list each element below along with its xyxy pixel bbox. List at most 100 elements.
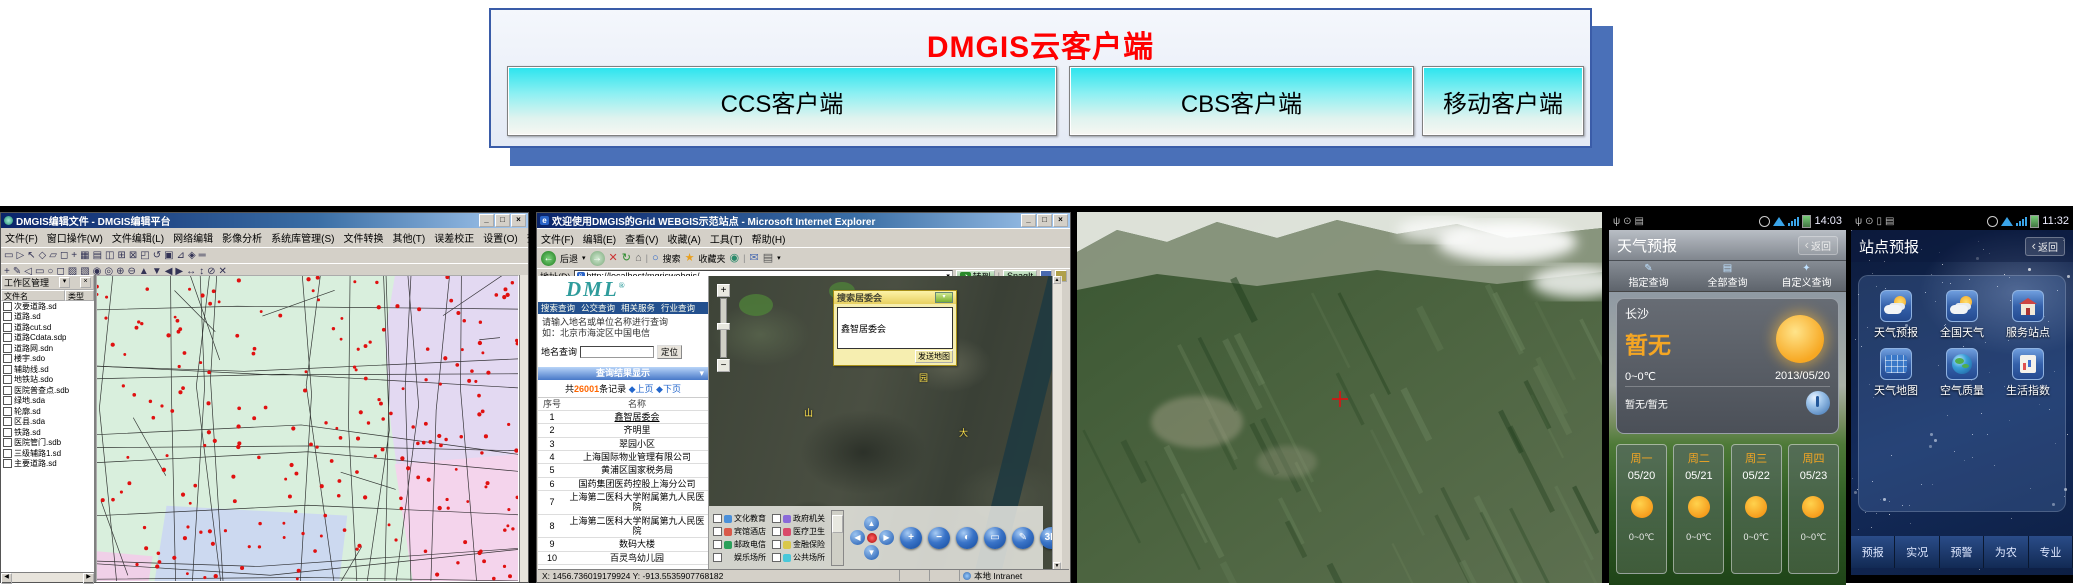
layer-row[interactable]: 医院管门.sdb [1, 438, 94, 449]
refresh-icon[interactable]: ↻ [622, 250, 631, 266]
poi-category[interactable]: 娱乐场所 [713, 551, 766, 564]
result-row[interactable]: 10 百灵鸟幼儿园 [538, 551, 708, 565]
webgis-map[interactable]: 香园山大 + − 搜索居委会 ▾ 鑫智居委会 发送地图 文化教育 [709, 276, 1052, 570]
favorites-icon[interactable]: ★ [685, 250, 695, 266]
layer-row[interactable]: 次要道路.sd [1, 301, 94, 312]
view-3d-icon[interactable]: 3D [1040, 527, 1052, 549]
feature-tile[interactable]: 空气质量 [1929, 348, 1995, 398]
prev-page-link[interactable]: ◆上页 [629, 384, 654, 394]
layer-checkbox[interactable] [3, 322, 12, 332]
back-button[interactable]: ‹ 返回 [2024, 236, 2065, 256]
result-row[interactable]: 9 数码大楼 [538, 537, 708, 552]
close-button[interactable]: × [1053, 214, 1068, 227]
pan-down-icon[interactable]: ▼ [864, 545, 879, 560]
result-row[interactable]: 3 翠园小区 [538, 437, 708, 451]
favorites-label[interactable]: 收藏夹 [699, 252, 726, 265]
result-row[interactable]: 8 上海第二医科大学附属第九人民医院 [538, 514, 708, 539]
query-button[interactable]: ✦ 自定义查询 [1767, 261, 1846, 291]
result-name[interactable]: 黄浦区国家税务局 [566, 463, 708, 478]
maximize-button[interactable]: □ [1037, 214, 1052, 227]
gis-tool-icon[interactable]: ▱ [49, 250, 57, 261]
toolbar-more-icon[interactable]: ▾ [777, 254, 781, 262]
browser-menu-item[interactable]: 查看(V) [625, 231, 658, 246]
home-icon[interactable]: ⌂ [635, 250, 642, 266]
layer-checkbox[interactable] [3, 301, 12, 311]
category-checkbox[interactable] [713, 514, 722, 523]
category-checkbox[interactable] [772, 514, 781, 523]
category-checkbox[interactable] [772, 527, 781, 536]
zoom-out-icon[interactable]: − [928, 527, 950, 549]
forecast-card[interactable]: 周二 05/21 0~0℃ [1673, 444, 1725, 574]
browser-title-bar[interactable]: e 欢迎使用DMGIS的Grid WEBGIS示范站点 - Microsoft … [537, 213, 1070, 228]
zoom-in-icon[interactable]: + [900, 527, 922, 549]
result-name[interactable]: 鑫智居委会 [566, 410, 708, 425]
search-label[interactable]: 搜索 [663, 252, 681, 265]
poi-category[interactable]: 医疗卫生 [772, 525, 825, 538]
feature-tile[interactable]: 生活指数 [1995, 348, 2061, 398]
pan-left-icon[interactable]: ◀ [850, 530, 865, 545]
layer-checkbox[interactable] [3, 406, 12, 416]
gis-tool-icon[interactable]: ⊞ [117, 250, 125, 261]
pan-right-icon[interactable]: ▶ [879, 530, 894, 545]
layer-row[interactable]: 医院普查点.sdb [1, 385, 94, 396]
gis-menu-item[interactable]: 设置(O) [483, 230, 517, 245]
forecast-card[interactable]: 周四 05/23 0~0℃ [1787, 444, 1839, 574]
category-checkbox[interactable] [713, 553, 722, 562]
zoom-track[interactable] [717, 298, 730, 358]
map-slider[interactable] [831, 510, 844, 566]
gis-tool-icon[interactable]: ↺ [153, 250, 161, 261]
gis-menu-item[interactable]: 误差校正 [434, 230, 474, 245]
feature-tile[interactable]: 服务站点 [1995, 290, 2061, 340]
gis-tool-icon[interactable]: ⊠ [129, 250, 137, 261]
result-name[interactable]: 齐明里 [566, 423, 708, 438]
gis-tool-icon[interactable]: ◇ [39, 250, 47, 261]
result-header[interactable]: 查询结果显示 ▾ [538, 366, 708, 380]
locate-button[interactable]: 定位 [657, 344, 683, 359]
gis-tool-icon[interactable]: ▣ [164, 250, 173, 261]
gis-tool-icon[interactable]: ▭ [4, 250, 13, 261]
feature-tile[interactable]: 全国天气 [1929, 290, 1995, 340]
gis-menu-item[interactable]: 文件转换 [343, 230, 383, 245]
layer-checkbox[interactable] [3, 417, 12, 427]
gis-map-canvas[interactable] [96, 275, 519, 582]
forward-icon[interactable]: → [589, 250, 605, 266]
layer-row[interactable]: 主要道路.sd [1, 459, 94, 470]
map-zoom-control[interactable]: + − [717, 284, 730, 372]
bottom-tab[interactable]: 预报 [1851, 536, 1896, 568]
page-v-scrollbar[interactable]: ▲ ▼ [1052, 276, 1062, 570]
map-pan-pad[interactable]: ▲ ▼ ◀ ▶ [850, 516, 894, 560]
stop-icon[interactable]: ✕ [609, 250, 618, 266]
feature-tile[interactable]: 天气地图 [1863, 348, 1929, 398]
result-row[interactable]: 2 齐明里 [538, 423, 708, 438]
result-row[interactable]: 1 鑫智居委会 [538, 410, 708, 425]
sidebar-tab[interactable]: 相关服务 [618, 302, 658, 314]
panel-close-icon[interactable]: × [79, 277, 91, 288]
result-row[interactable]: 5 黄浦区国家税务局 [538, 463, 708, 478]
result-row[interactable]: 7 上海第二医科大学附属第九人民医院 [538, 490, 708, 515]
feature-tile[interactable]: 天气预报 [1863, 290, 1929, 340]
poi-category[interactable]: 政府机关 [772, 512, 825, 525]
current-weather-card[interactable]: 长沙 暂无 0~0℃ 2013/05/20 暂无/暂无 [1616, 298, 1839, 434]
bottom-tab[interactable]: 专业 [2028, 536, 2073, 568]
gis-menu-item[interactable]: 系统库管理(S) [271, 230, 334, 245]
gis-tool-icon[interactable]: ◈ [188, 250, 196, 261]
search-icon[interactable]: ○ [652, 250, 659, 266]
layer-checkbox[interactable] [3, 448, 12, 458]
category-checkbox[interactable] [772, 553, 781, 562]
back-label[interactable]: 后退 [560, 252, 578, 265]
gis-menu-item[interactable]: 其他(T) [392, 230, 425, 245]
layer-checkbox[interactable] [3, 396, 12, 406]
result-name[interactable]: 国药集团医药控股上海分公司 [566, 477, 708, 491]
sidebar-tab[interactable]: 搜索查询 [538, 302, 578, 314]
browser-menu-item[interactable]: 帮助(H) [752, 231, 786, 246]
bottom-tab[interactable]: 为农 [1984, 536, 2029, 568]
layer-row[interactable]: 道路网.sdn [1, 343, 94, 354]
zoom-thumb[interactable] [717, 323, 730, 330]
compass-icon[interactable] [1806, 391, 1830, 415]
browser-menu-item[interactable]: 工具(T) [710, 231, 743, 246]
poi-category[interactable]: 文化教育 [713, 512, 766, 525]
minimize-button[interactable]: _ [479, 214, 494, 227]
layer-row[interactable]: 三级辅路1.sd [1, 448, 94, 459]
zoom-out-button[interactable]: − [717, 359, 730, 372]
layer-checkbox[interactable] [3, 385, 12, 395]
